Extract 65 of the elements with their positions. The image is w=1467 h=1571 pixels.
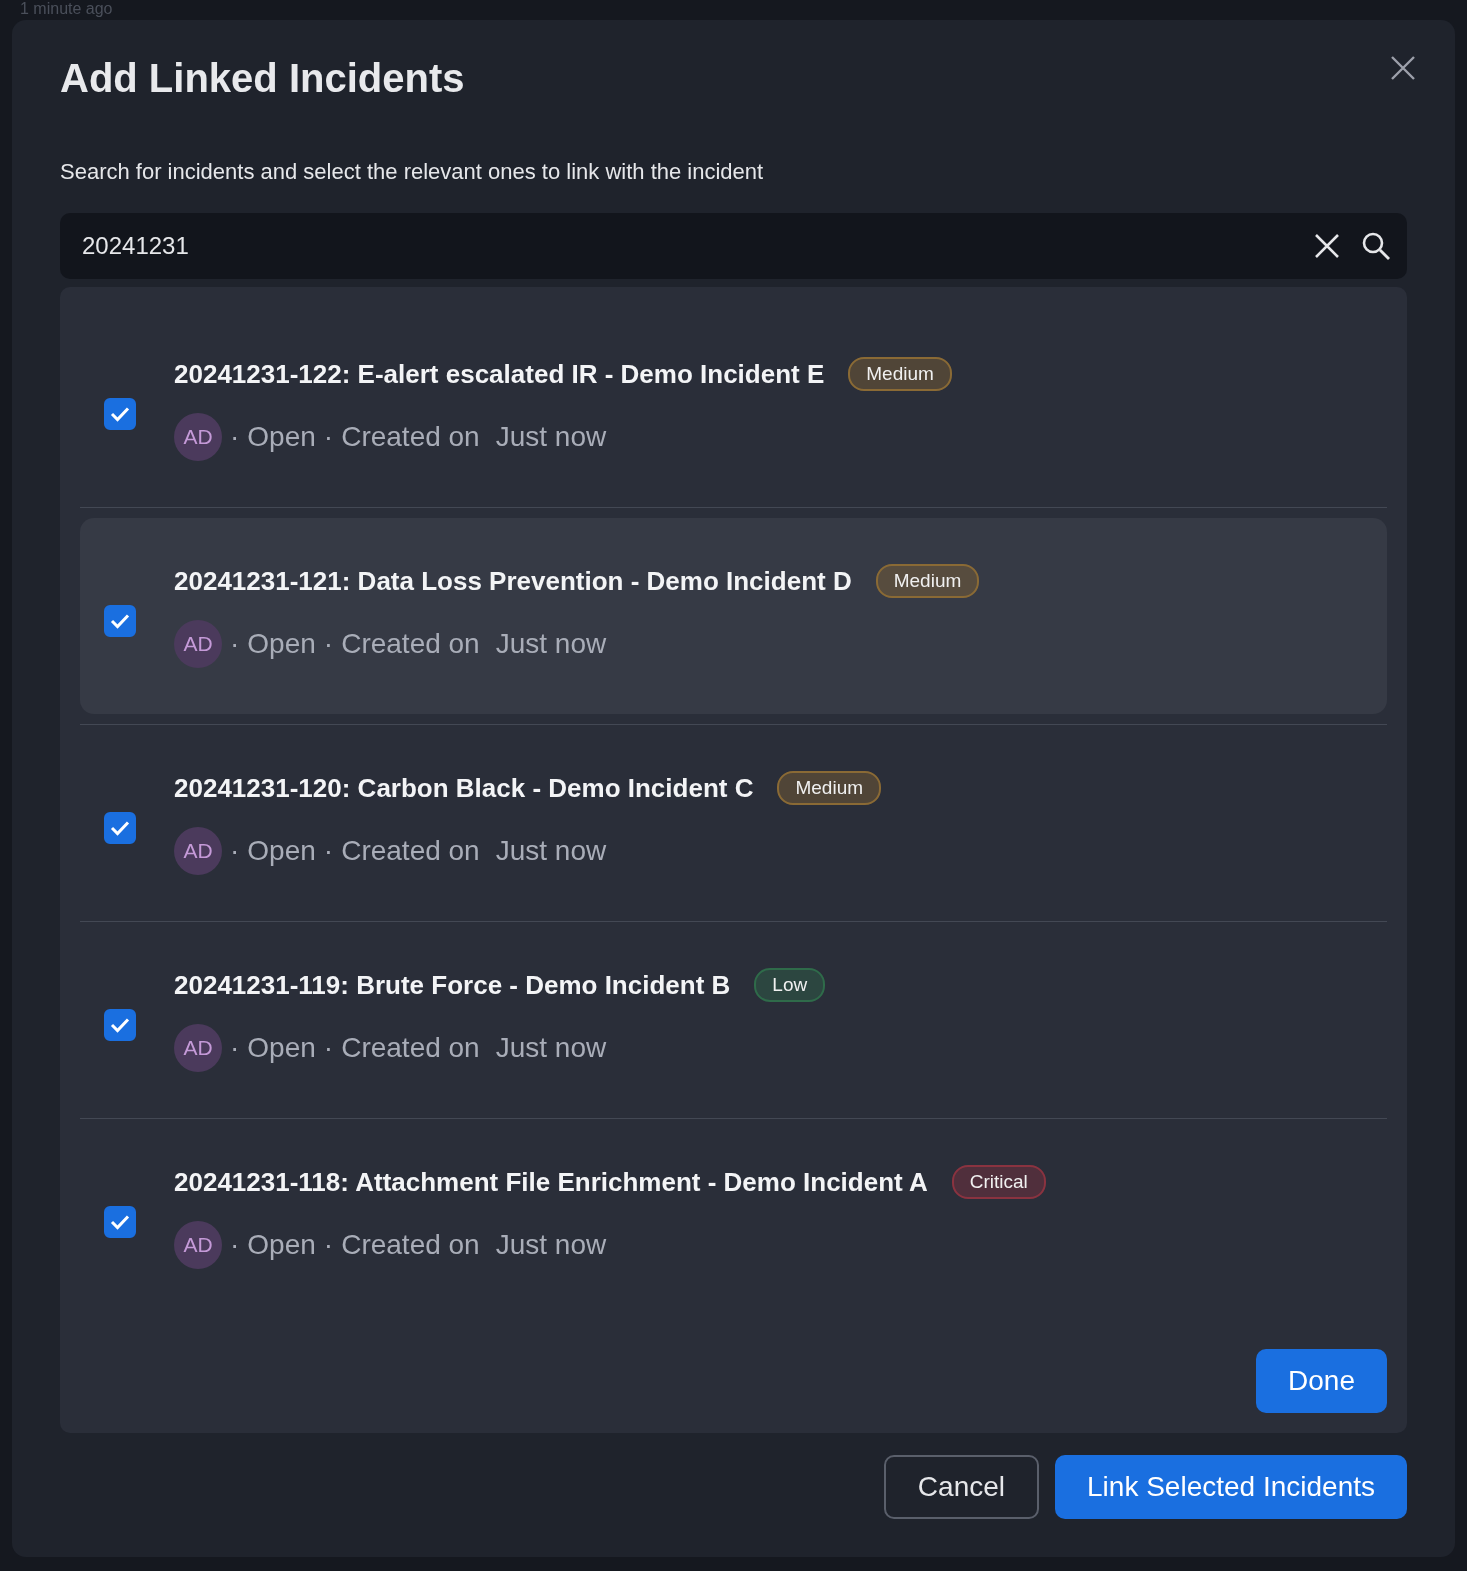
severity-tag: Medium <box>848 357 952 391</box>
separator-dot: · <box>323 1032 334 1064</box>
severity-tag: Medium <box>875 564 980 598</box>
incident-row[interactable]: 20241231-121: Data Loss Prevention - Demo Incident D Medium AD · Open · Created on Just now <box>80 518 1387 714</box>
separator-dot: · <box>323 1229 334 1261</box>
cancel-button[interactable]: Cancel <box>883 1455 1040 1519</box>
check-icon <box>110 820 130 836</box>
checkbox[interactable] <box>104 1009 136 1041</box>
created-label: Created on <box>341 628 480 660</box>
timestamp-text: 1 minute ago <box>19 0 113 18</box>
incident-title: 20241231-119: Brute Force - Demo Incident B <box>174 969 731 1001</box>
severity-tag: Low <box>754 968 826 1002</box>
status-text: Open <box>247 628 316 660</box>
separator-dot: · <box>323 421 334 453</box>
created-time: Just now <box>495 628 607 660</box>
avatar: AD <box>174 827 222 875</box>
incident-row[interactable]: 20241231-118: Attachment File Enrichment - Demo Incident A Critical AD · Open · Created on Just now <box>80 1119 1387 1315</box>
separator-dot: · <box>230 835 240 867</box>
incident-row[interactable]: 20241231-122: E-alert escalated IR - Demo Incident E Medium AD · Open · Created on Just now <box>80 311 1387 507</box>
created-time: Just now <box>495 835 607 867</box>
separator-dot: · <box>230 1229 240 1261</box>
status-text: Open <box>247 421 316 453</box>
created-time: Just now <box>495 1229 607 1261</box>
severity-tag: Critical <box>951 1165 1046 1199</box>
created-label: Created on <box>341 1032 480 1064</box>
clear-icon[interactable] <box>1313 232 1341 260</box>
avatar: AD <box>174 620 222 668</box>
status-text: Open <box>247 1229 316 1261</box>
checkbox[interactable] <box>104 398 136 430</box>
incident-row[interactable]: 20241231-120: Carbon Black - Demo Incident C Medium AD · Open · Created on Just now <box>80 725 1387 921</box>
link-button[interactable]: Link Selected Incidents <box>1055 1455 1407 1519</box>
checkbox[interactable] <box>104 1206 136 1238</box>
created-label: Created on <box>341 421 480 453</box>
check-icon <box>110 1214 130 1230</box>
separator-dot: · <box>323 835 334 867</box>
incident-title: 20241231-122: E-alert escalated IR - Demo Incident E <box>174 358 825 390</box>
created-time: Just now <box>495 1032 607 1064</box>
dialog-description: Search for incidents and select the relevant ones to link with the incident <box>60 159 764 185</box>
separator-dot: · <box>230 1032 240 1064</box>
status-text: Open <box>247 835 316 867</box>
checkbox[interactable] <box>104 812 136 844</box>
check-icon <box>110 613 130 629</box>
incident-row[interactable]: 20241231-119: Brute Force - Demo Incident B Low AD · Open · Created on Just now <box>80 922 1387 1118</box>
created-label: Created on <box>341 835 480 867</box>
checkbox[interactable] <box>104 605 136 637</box>
severity-tag: Medium <box>777 771 882 805</box>
created-time: Just now <box>495 421 607 453</box>
avatar: AD <box>174 1024 222 1072</box>
check-icon <box>110 1017 130 1033</box>
status-text: Open <box>247 1032 316 1064</box>
done-button[interactable]: Done <box>1256 1349 1387 1413</box>
separator-dot: · <box>230 421 240 453</box>
created-label: Created on <box>341 1229 480 1261</box>
dialog-title: Add Linked Incidents <box>60 56 465 101</box>
separator-dot: · <box>323 628 334 660</box>
search-field[interactable]: 20241231 <box>60 213 1407 279</box>
separator-dot: · <box>230 628 240 660</box>
check-icon <box>110 406 130 422</box>
incident-title: 20241231-118: Attachment File Enrichment - Demo Incident A <box>174 1166 928 1198</box>
avatar: AD <box>174 413 222 461</box>
search-icon[interactable] <box>1361 231 1391 261</box>
incident-title: 20241231-120: Carbon Black - Demo Incident C <box>174 772 754 804</box>
incident-title: 20241231-121: Data Loss Prevention - Demo Incident D <box>174 565 852 597</box>
search-input[interactable]: 20241231 <box>80 231 1293 261</box>
avatar: AD <box>174 1221 222 1269</box>
